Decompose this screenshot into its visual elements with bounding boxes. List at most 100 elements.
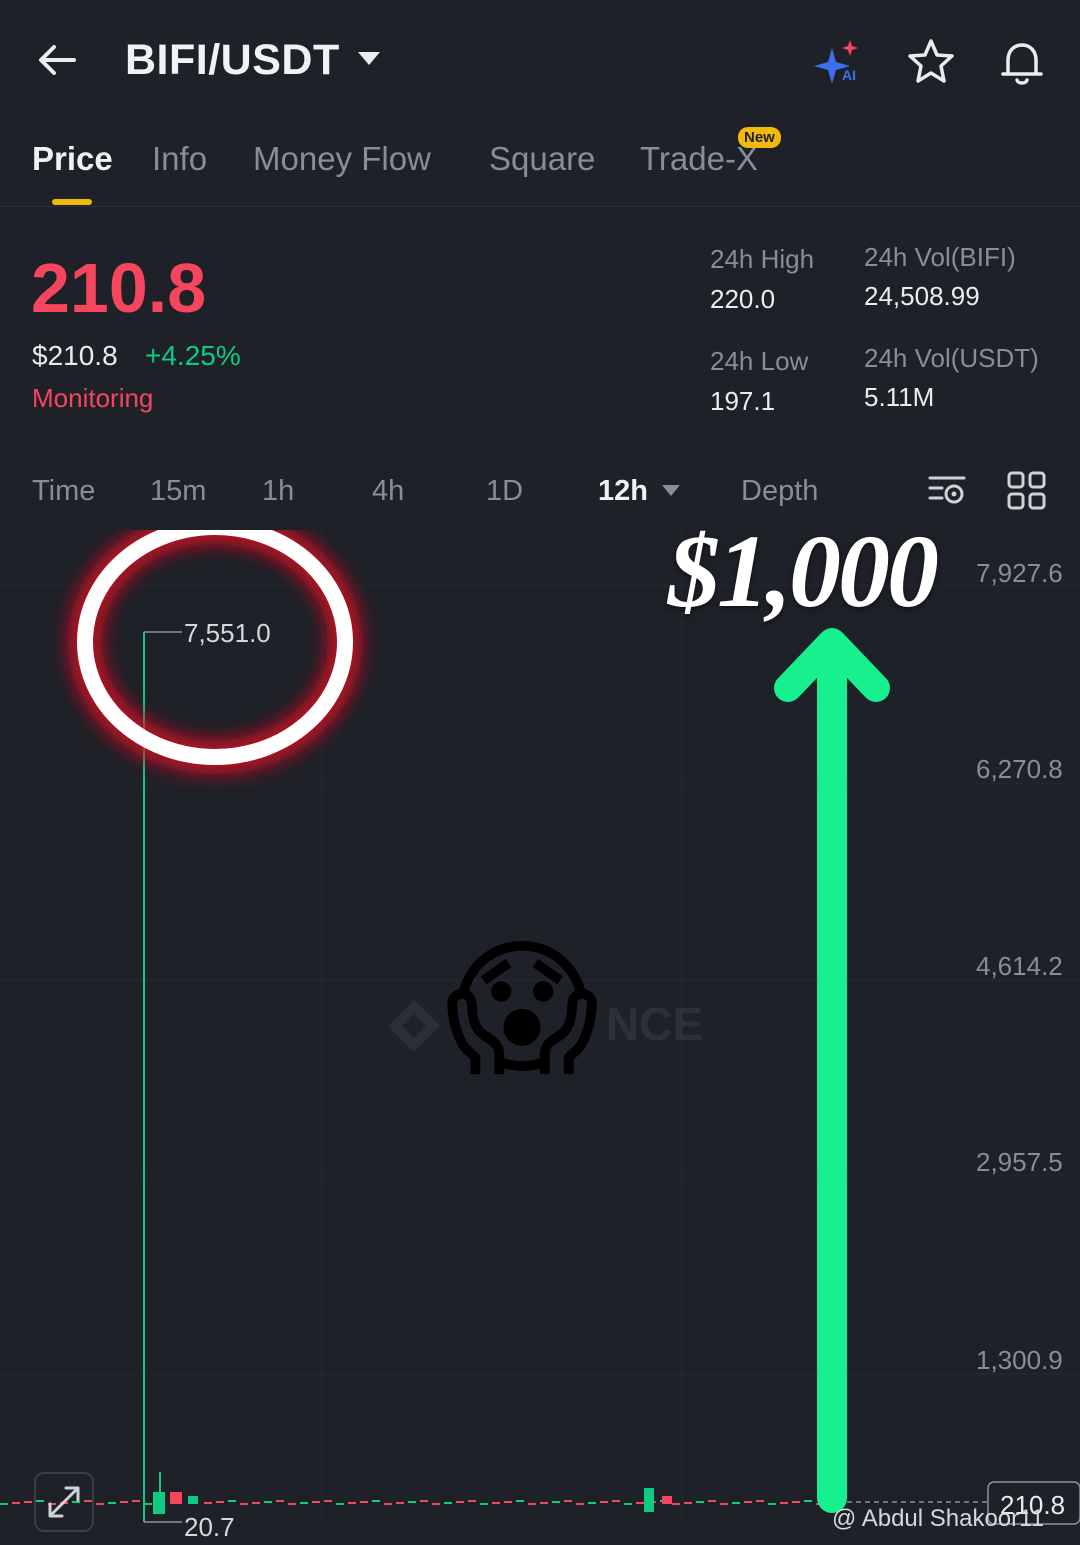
candle [456,1501,464,1503]
high-value: 220.0 [710,284,776,314]
candle [372,1500,380,1502]
candle [636,1502,644,1504]
header-bar: BIFI/USDT AI [0,0,1080,120]
candle [792,1501,800,1503]
candle [288,1503,296,1505]
vol-quote-value: 5.11M [864,382,935,412]
candle [324,1500,332,1502]
low-value: 197.1 [710,386,776,416]
candle [170,1492,182,1504]
creator-credit: @ Abdul Shakoor11 [832,1505,1045,1532]
candle [588,1502,596,1504]
interval-1h[interactable]: 1h [262,475,294,508]
candle [780,1502,788,1504]
overlay-price-text: $1,000 [668,514,939,629]
interval-1d[interactable]: 1D [486,475,523,508]
candle [492,1502,500,1504]
y-tick-label: 6,270.8 [976,754,1063,784]
candle [240,1503,248,1505]
candle [672,1503,680,1505]
candle [96,1503,104,1505]
candle [444,1502,452,1504]
fullscreen-expand-icon[interactable] [34,1472,94,1532]
candles-baseline [0,1472,824,1514]
candle [432,1503,440,1505]
candle [144,1503,152,1505]
active-tab-indicator [52,199,92,205]
chart-settings-icon[interactable] [926,470,968,512]
tab-square[interactable]: Square [489,140,595,178]
candle [12,1502,20,1504]
candle [540,1502,548,1504]
candle [744,1501,752,1503]
candle [552,1501,560,1503]
candle [720,1503,728,1505]
candle [504,1501,512,1503]
tab-money-flow[interactable]: Money Flow [253,140,431,178]
price-chart[interactable]: 7,927.6 6,270.8 4,614.2 2,957.5 1,300.9 … [0,530,1080,1545]
watermark-text: NCE [606,998,703,1050]
candle [120,1501,128,1503]
candle [204,1502,212,1504]
candle [528,1503,536,1505]
candle [348,1502,356,1504]
candle [708,1500,716,1502]
tab-trade-x[interactable]: Trade-X [640,140,758,178]
high-label: 24h High [710,244,815,274]
candle [396,1502,404,1504]
screaming-face-emoji: 😱 [445,927,599,1092]
candle [468,1500,476,1502]
vol-base-label: 24h Vol(BIFI) [864,242,1016,272]
candle [216,1501,224,1503]
tab-price[interactable]: Price [32,140,113,178]
candle [624,1503,632,1505]
svg-text:AI: AI [842,67,856,83]
max-price-label: 7,551.0 [184,618,271,648]
candle [108,1502,116,1504]
candle [480,1503,488,1505]
candle [576,1503,584,1505]
new-badge: New [738,127,781,148]
tabs-divider [0,206,1080,207]
candle [420,1500,428,1502]
min-price-label: 20.7 [184,1512,235,1542]
candle [662,1496,672,1504]
candle [768,1503,776,1505]
layout-grid-icon[interactable] [1006,470,1048,512]
interval-12h-selected[interactable]: 12h [598,475,648,508]
candle [408,1501,416,1503]
candle [300,1502,308,1504]
candle [188,1496,198,1504]
candle [564,1500,572,1502]
last-price: 210.8 [31,249,207,327]
monitoring-tag[interactable]: Monitoring [32,383,153,414]
interval-depth[interactable]: Depth [741,475,818,508]
price-change-percent: +4.25% [145,340,241,371]
y-tick-label: 7,927.6 [976,558,1063,588]
interval-15m[interactable]: 15m [150,475,206,508]
candle [276,1500,284,1502]
candle [132,1500,140,1502]
tab-info[interactable]: Info [152,140,207,178]
back-arrow-icon[interactable] [34,38,82,82]
interval-dropdown-chevron-icon[interactable] [662,485,680,496]
candle [804,1500,812,1502]
pair-dropdown-chevron-icon[interactable] [358,52,380,65]
candle [360,1501,368,1503]
interval-time[interactable]: Time [32,475,95,508]
candle [336,1503,344,1505]
usd-price: $210.8 [32,340,118,371]
pair-title[interactable]: BIFI/USDT [125,36,340,85]
candle [644,1488,654,1512]
candle [0,1503,8,1505]
candle [24,1501,32,1503]
y-tick-label: 2,957.5 [976,1147,1063,1177]
candle [756,1500,764,1502]
bell-icon[interactable] [996,36,1048,88]
ai-sparkle-icon[interactable]: AI [812,36,864,88]
star-icon[interactable] [905,36,957,88]
candle [732,1502,740,1504]
interval-4h[interactable]: 4h [372,475,404,508]
candle [252,1502,260,1504]
y-tick-label: 4,614.2 [976,951,1063,981]
